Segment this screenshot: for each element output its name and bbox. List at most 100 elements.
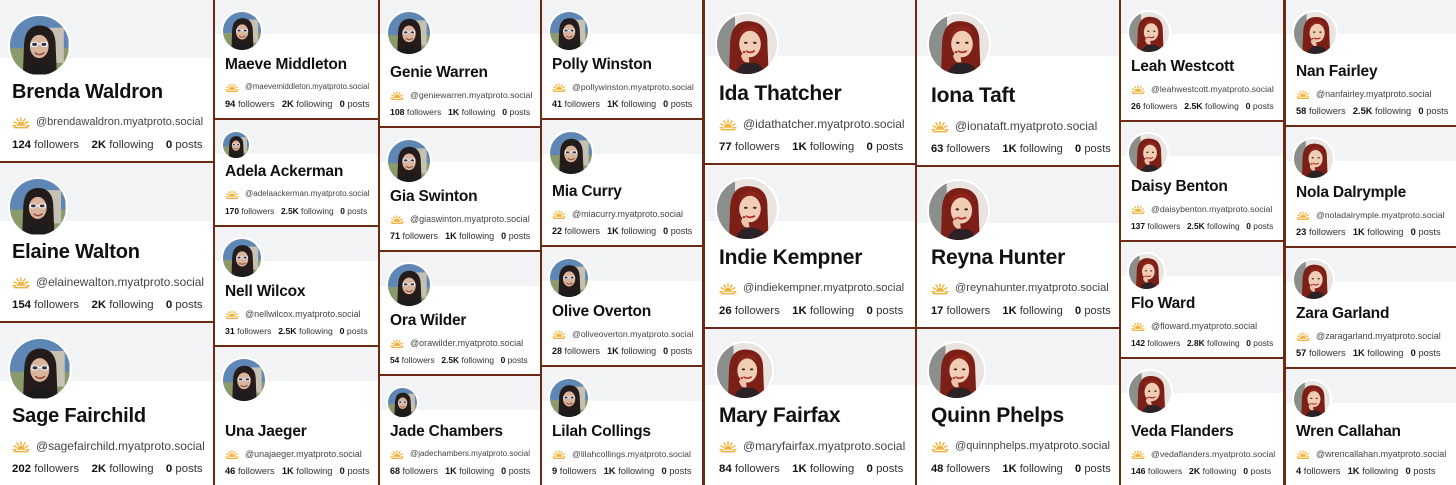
handle-row[interactable]: @orawilder.myatproto.social [390, 336, 523, 350]
handle-row[interactable]: @jadechambers.myatproto.social [390, 447, 530, 461]
avatar[interactable] [8, 14, 71, 77]
profile-card-mia-curry[interactable]: Mia Curry @miacurry.myatproto.social 22 … [542, 120, 702, 245]
avatar[interactable] [1127, 252, 1167, 292]
handle-row[interactable]: @maevemiddleton.myatproto.social [225, 80, 369, 94]
avatar[interactable] [386, 262, 432, 308]
profile-card-indie-kempner[interactable]: Indie Kempner @indiekempner.myatproto.so… [705, 165, 915, 327]
profile-card-jade-chambers[interactable]: Jade Chambers @jadechambers.myatproto.so… [380, 376, 540, 485]
handle-row[interactable]: @nellwilcox.myatproto.social [225, 307, 361, 321]
avatar[interactable] [927, 179, 990, 242]
profile-card-leah-westcott[interactable]: Leah Westcott @leahwestcott.myatproto.so… [1121, 0, 1283, 120]
avatar[interactable] [548, 130, 594, 176]
profile-card-genie-warren[interactable]: Genie Warren @geniewarren.myatproto.soci… [380, 0, 540, 126]
profile-card-adela-ackerman[interactable]: Adela Ackerman @adelaackerman.myatproto.… [215, 120, 378, 225]
profile-card-reyna-hunter[interactable]: Reyna Hunter @reynahunter.myatproto.soci… [917, 167, 1119, 327]
followers-count: 41 [552, 98, 563, 109]
handle-row[interactable]: @adelaackerman.myatproto.social [225, 187, 370, 201]
following-count: 1K [448, 106, 460, 117]
handle-row[interactable]: @geniewarren.myatproto.social [390, 88, 532, 102]
followers-count: 4 [1296, 465, 1302, 476]
handle-row[interactable]: @idathatcher.myatproto.social [719, 115, 905, 133]
handle-row[interactable]: @miacurry.myatproto.social [552, 207, 683, 221]
profile-card-zara-garland[interactable]: Zara Garland @zaragarland.myatproto.soci… [1286, 248, 1456, 367]
profile-card-iona-taft[interactable]: Iona Taft @ionataft.myatproto.social 63 … [917, 0, 1119, 165]
avatar[interactable] [221, 130, 251, 160]
avatar[interactable] [927, 341, 986, 400]
avatar[interactable] [548, 377, 591, 420]
profile-card-gia-swinton[interactable]: Gia Swinton @giaswinton.myatproto.social… [380, 128, 540, 250]
handle-row[interactable]: @vedaflanders.myatproto.social [1131, 447, 1275, 461]
profile-card-nell-wilcox[interactable]: Nell Wilcox @nellwilcox.myatproto.social… [215, 227, 378, 345]
handle-row[interactable]: @reynahunter.myatproto.social [931, 279, 1109, 297]
sun-icon [1131, 202, 1145, 216]
handle-row[interactable]: @indiekempner.myatproto.social [719, 279, 904, 297]
avatar[interactable] [386, 138, 432, 184]
handle-row[interactable]: @pollywinston.myatproto.social [552, 80, 694, 94]
profile-card-elaine-walton[interactable]: Elaine Walton @elainewalton.myatproto.so… [0, 163, 213, 321]
profile-grid: Brenda Waldron @brendawaldron.myatproto.… [0, 0, 1456, 485]
avatar[interactable] [221, 237, 264, 280]
avatar[interactable] [715, 177, 779, 241]
handle-row[interactable]: @brendawaldron.myatproto.social [12, 113, 203, 131]
handle-row[interactable]: @daisybenton.myatproto.social [1131, 202, 1272, 216]
profile-card-lilah-collings[interactable]: Lilah Collings @lilahcollings.myatproto.… [542, 367, 702, 485]
profile-card-mary-fairfax[interactable]: Mary Fairfax @maryfairfax.myatproto.soci… [705, 329, 915, 485]
sun-icon [225, 447, 239, 461]
avatar[interactable] [221, 10, 264, 53]
avatar[interactable] [1292, 10, 1338, 56]
handle-row[interactable]: @ionataft.myatproto.social [931, 117, 1097, 135]
handle-row[interactable]: @maryfairfax.myatproto.social [719, 437, 905, 455]
followers-count: 170 [225, 205, 239, 216]
avatar[interactable] [221, 357, 267, 403]
avatar[interactable] [386, 386, 420, 420]
avatar[interactable] [386, 10, 432, 56]
display-name: Leah Westcott [1131, 58, 1235, 76]
handle-row[interactable]: @elainewalton.myatproto.social [12, 273, 204, 291]
avatar[interactable] [927, 12, 991, 76]
handle-row[interactable]: @sagefairchild.myatproto.social [12, 437, 205, 455]
handle-row[interactable]: @noladalrymple.myatproto.social [1296, 208, 1445, 222]
handle-row[interactable]: @wrencallahan.myatproto.social [1296, 447, 1446, 461]
profile-card-ida-thatcher[interactable]: Ida Thatcher @idathatcher.myatproto.soci… [705, 0, 915, 163]
avatar[interactable] [8, 177, 68, 237]
handle-row[interactable]: @zaragarland.myatproto.social [1296, 329, 1441, 343]
profile-card-quinn-phelps[interactable]: Quinn Phelps @quinnphelps.myatproto.soci… [917, 329, 1119, 485]
profile-card-maeve-middleton[interactable]: Maeve Middleton @maevemiddleton.myatprot… [215, 0, 378, 118]
handle-row[interactable]: @floward.myatproto.social [1131, 319, 1257, 333]
avatar[interactable] [1127, 369, 1173, 415]
avatar[interactable] [715, 341, 774, 400]
profile-card-nan-fairley[interactable]: Nan Fairley @nanfairley.myatproto.social… [1286, 0, 1456, 125]
sun-icon [12, 113, 30, 131]
avatar[interactable] [1127, 10, 1172, 55]
profile-card-polly-winston[interactable]: Polly Winston @pollywinston.myatproto.so… [542, 0, 702, 118]
avatar[interactable] [548, 257, 591, 300]
profile-card-ora-wilder[interactable]: Ora Wilder @orawilder.myatproto.social 5… [380, 252, 540, 374]
handle-row[interactable]: @leahwestcott.myatproto.social [1131, 82, 1274, 96]
profile-card-flo-ward[interactable]: Flo Ward @floward.myatproto.social 142 f… [1121, 242, 1283, 357]
profile-card-wren-callahan[interactable]: Wren Callahan @wrencallahan.myatproto.so… [1286, 369, 1456, 485]
profile-card-daisy-benton[interactable]: Daisy Benton @daisybenton.myatproto.soci… [1121, 122, 1283, 240]
handle-row[interactable]: @oliveoverton.myatproto.social [552, 327, 693, 341]
profile-card-una-jaeger[interactable]: Una Jaeger @unajaeger.myatproto.social 4… [215, 347, 378, 485]
profile-card-brenda-waldron[interactable]: Brenda Waldron @brendawaldron.myatproto.… [0, 0, 213, 161]
profile-column: Leah Westcott @leahwestcott.myatproto.so… [1121, 0, 1283, 485]
following-label: following [461, 354, 494, 365]
avatar[interactable] [548, 10, 591, 53]
handle-row[interactable]: @unajaeger.myatproto.social [225, 447, 362, 461]
posts-count: 0 [165, 139, 173, 151]
avatar[interactable] [1292, 379, 1333, 420]
profile-card-olive-overton[interactable]: Olive Overton @oliveoverton.myatproto.so… [542, 247, 702, 365]
avatar[interactable] [715, 12, 779, 76]
avatar[interactable] [8, 337, 72, 401]
sun-icon [719, 115, 737, 133]
avatar[interactable] [1127, 132, 1170, 175]
profile-card-veda-flanders[interactable]: Veda Flanders @vedaflanders.myatproto.so… [1121, 359, 1283, 485]
handle-row[interactable]: @giaswinton.myatproto.social [390, 212, 530, 226]
profile-card-sage-fairchild[interactable]: Sage Fairchild @sagefairchild.myatproto.… [0, 323, 213, 485]
avatar[interactable] [1292, 137, 1336, 181]
profile-card-nola-dalrymple[interactable]: Nola Dalrymple @noladalrymple.myatproto.… [1286, 127, 1456, 246]
handle-row[interactable]: @quinnphelps.myatproto.social [931, 437, 1110, 455]
handle-row[interactable]: @nanfairley.myatproto.social [1296, 87, 1432, 101]
handle-row[interactable]: @lilahcollings.myatproto.social [552, 447, 691, 461]
avatar[interactable] [1292, 258, 1336, 302]
